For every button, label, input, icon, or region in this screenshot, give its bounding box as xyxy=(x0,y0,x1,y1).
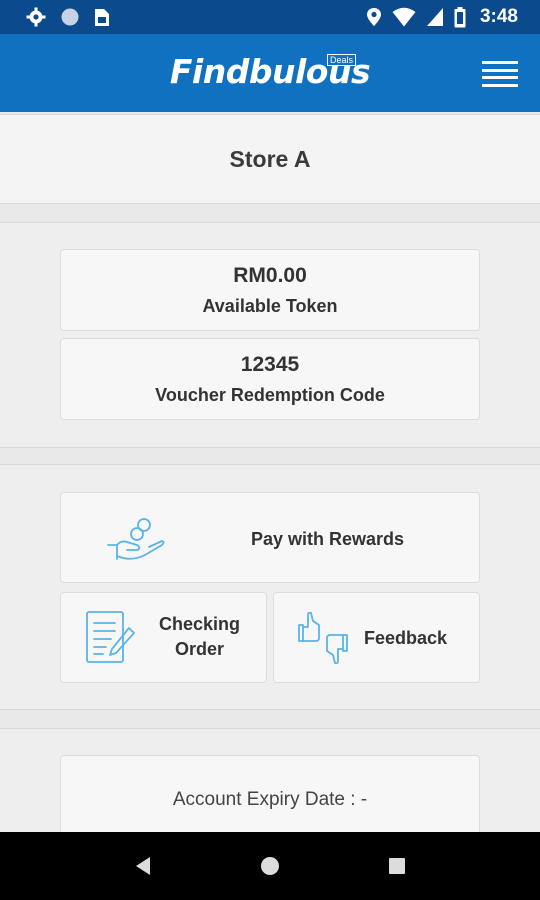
checking-order-button[interactable]: Checking Order xyxy=(60,592,267,683)
app-bar: Findbulous Deals xyxy=(0,34,540,112)
gear-icon xyxy=(26,7,46,27)
voucher-code: 12345 xyxy=(240,352,300,376)
account-expiry-text: Account Expiry Date : - xyxy=(172,789,368,810)
token-value: RM0.00 xyxy=(233,263,307,287)
token-label: Available Token xyxy=(202,295,338,316)
status-time: 3:48 xyxy=(479,6,518,27)
circle-icon xyxy=(61,8,79,26)
account-section: Account Expiry Date : - xyxy=(0,728,540,845)
voucher-label: Voucher Redemption Code xyxy=(155,384,385,405)
logo-sub: Deals xyxy=(327,54,357,66)
status-bar: 3:48 xyxy=(0,0,540,34)
voucher-card: 12345 Voucher Redemption Code xyxy=(60,338,480,420)
checking-order-label-line2: Order xyxy=(174,639,225,659)
token-card: RM0.00 Available Token xyxy=(60,249,480,331)
token-section: RM0.00 Available Token 12345 Voucher Red… xyxy=(0,222,540,448)
pay-with-rewards-label: Pay with Rewards xyxy=(251,529,405,549)
store-header: Store A xyxy=(0,114,540,204)
feedback-button[interactable]: Feedback xyxy=(273,592,480,683)
pay-with-rewards-button[interactable]: Pay with Rewards xyxy=(60,492,480,583)
hamburger-menu-icon[interactable] xyxy=(482,61,518,87)
feedback-label: Feedback xyxy=(364,628,448,648)
app-logo[interactable]: Findbulous Deals xyxy=(0,52,540,91)
wifi-icon xyxy=(392,7,416,27)
checking-order-label-line1: Checking xyxy=(158,614,241,634)
recents-icon[interactable] xyxy=(387,856,407,876)
store-name: Store A xyxy=(229,145,311,172)
location-icon xyxy=(366,8,381,26)
signal-icon xyxy=(426,8,443,26)
actions-section: Pay with Rewards Checking Order Feedback xyxy=(0,464,540,710)
document-pen-icon xyxy=(86,611,135,663)
hand-coins-icon xyxy=(107,518,165,560)
battery-icon xyxy=(454,6,466,27)
thumbs-up-down-icon xyxy=(298,611,348,665)
system-navigation-bar xyxy=(0,832,540,900)
back-icon[interactable] xyxy=(133,855,153,877)
home-icon[interactable] xyxy=(259,855,281,877)
sim-card-icon xyxy=(95,9,109,26)
